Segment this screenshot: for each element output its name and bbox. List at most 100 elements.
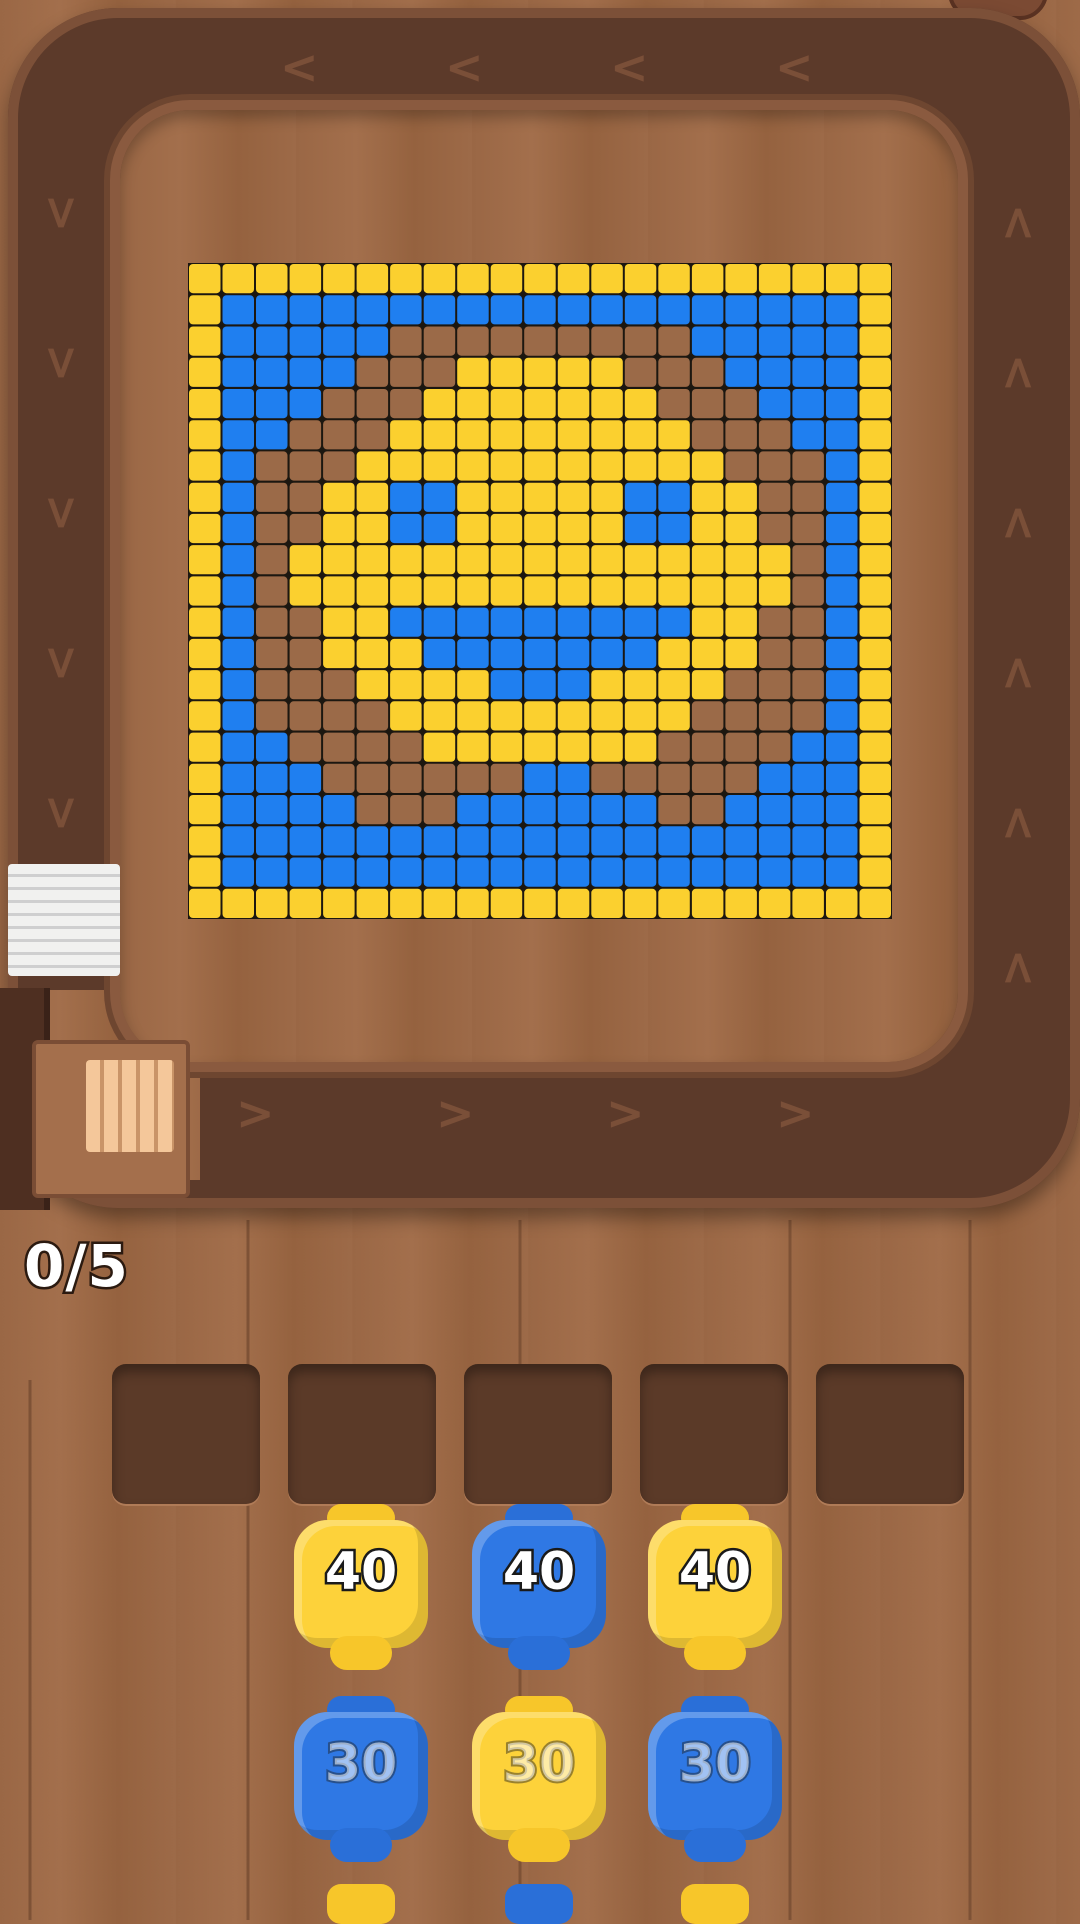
pixel-blue bbox=[557, 826, 590, 856]
spool-yellow[interactable]: 40 bbox=[648, 1504, 782, 1678]
pixel-yellow bbox=[658, 545, 690, 575]
pixel-yellow bbox=[624, 451, 657, 481]
pixel-empty bbox=[557, 326, 590, 356]
pixel-yellow bbox=[758, 576, 791, 606]
pixel-yellow bbox=[189, 576, 221, 606]
pixel-blue bbox=[457, 638, 489, 669]
pixel-blue bbox=[490, 857, 523, 887]
pixel-empty bbox=[289, 670, 322, 700]
pixel-yellow bbox=[557, 888, 590, 918]
pixel-yellow bbox=[591, 357, 623, 387]
pixel-empty bbox=[289, 451, 322, 481]
pixel-yellow bbox=[423, 888, 456, 918]
pixel-blue bbox=[423, 513, 456, 544]
pixel-yellow bbox=[691, 482, 724, 512]
pixel-empty bbox=[624, 326, 657, 356]
pixel-blue bbox=[457, 295, 489, 325]
pixel-board bbox=[188, 263, 892, 919]
pixel-empty bbox=[289, 701, 322, 731]
pixel-blue bbox=[222, 670, 254, 700]
pixel-empty bbox=[725, 670, 757, 700]
pixel-blue bbox=[222, 638, 254, 669]
pixel-blue bbox=[457, 857, 489, 887]
pixel-blue bbox=[826, 389, 858, 419]
pixel-yellow bbox=[189, 638, 221, 669]
pixel-blue bbox=[624, 513, 657, 544]
pixel-yellow bbox=[390, 670, 422, 700]
pixel-empty bbox=[356, 732, 389, 762]
pixel-empty bbox=[256, 607, 288, 637]
pixel-blue bbox=[256, 795, 288, 825]
spool-blue[interactable]: 30 bbox=[294, 1696, 428, 1870]
pixel-yellow bbox=[591, 701, 623, 731]
pixel-yellow bbox=[758, 264, 791, 294]
pixel-blue bbox=[289, 826, 322, 856]
pixel-yellow bbox=[624, 545, 657, 575]
pixel-yellow bbox=[356, 513, 389, 544]
pixel-empty bbox=[591, 763, 623, 793]
pixel-blue bbox=[557, 638, 590, 669]
pixel-yellow bbox=[390, 545, 422, 575]
spool-yellow[interactable]: 30 bbox=[472, 1696, 606, 1870]
pixel-empty bbox=[423, 326, 456, 356]
spool-blue[interactable]: 30 bbox=[648, 1696, 782, 1870]
pixel-yellow bbox=[557, 420, 590, 450]
pixel-yellow bbox=[524, 264, 556, 294]
pixel-blue bbox=[792, 420, 824, 450]
pixel-yellow bbox=[691, 888, 724, 918]
pixel-empty bbox=[256, 545, 288, 575]
pixel-yellow bbox=[189, 295, 221, 325]
pixel-empty bbox=[256, 638, 288, 669]
pixel-yellow bbox=[557, 451, 590, 481]
pixel-blue bbox=[222, 295, 254, 325]
pixel-yellow bbox=[323, 482, 355, 512]
pixel-yellow bbox=[457, 670, 489, 700]
pixel-empty bbox=[658, 389, 690, 419]
pixel-yellow bbox=[859, 857, 891, 887]
pixel-yellow bbox=[189, 701, 221, 731]
slot-2[interactable] bbox=[288, 1364, 436, 1504]
pixel-blue bbox=[725, 857, 757, 887]
slot-4[interactable] bbox=[640, 1364, 788, 1504]
chevron-right-icon: > bbox=[436, 1086, 475, 1140]
pixel-blue bbox=[524, 763, 556, 793]
pixel-yellow bbox=[591, 513, 623, 544]
chevron-down-icon: < bbox=[32, 493, 87, 533]
pixel-blue bbox=[256, 420, 288, 450]
pixel-yellow bbox=[423, 420, 456, 450]
pixel-yellow bbox=[524, 482, 556, 512]
pixel-blue bbox=[624, 795, 657, 825]
pixel-empty bbox=[758, 701, 791, 731]
pixel-yellow bbox=[289, 545, 322, 575]
pixel-blue bbox=[658, 513, 690, 544]
pixel-yellow bbox=[289, 264, 322, 294]
slot-5[interactable] bbox=[816, 1364, 964, 1504]
pixel-yellow bbox=[658, 638, 690, 669]
pixel-empty bbox=[624, 357, 657, 387]
pixel-blue bbox=[758, 826, 791, 856]
spool-yellow[interactable]: 40 bbox=[294, 1504, 428, 1678]
pixel-yellow bbox=[557, 732, 590, 762]
pixel-yellow bbox=[222, 264, 254, 294]
pixel-empty bbox=[758, 732, 791, 762]
pixel-yellow bbox=[859, 701, 891, 731]
pixel-yellow bbox=[859, 607, 891, 637]
slot-1[interactable] bbox=[112, 1364, 260, 1504]
pixel-blue bbox=[591, 857, 623, 887]
slot-3[interactable] bbox=[464, 1364, 612, 1504]
pixel-empty bbox=[323, 732, 355, 762]
pixel-yellow bbox=[423, 389, 456, 419]
pixel-yellow bbox=[189, 607, 221, 637]
pixel-empty bbox=[323, 451, 355, 481]
pixel-yellow bbox=[323, 264, 355, 294]
spool-blue[interactable]: 40 bbox=[472, 1504, 606, 1678]
pixel-yellow bbox=[524, 420, 556, 450]
chevron-down-icon: < bbox=[32, 793, 87, 833]
pixel-empty bbox=[758, 638, 791, 669]
pixel-empty bbox=[289, 638, 322, 669]
pixel-yellow bbox=[189, 482, 221, 512]
pixel-empty bbox=[691, 357, 724, 387]
pixel-empty bbox=[792, 701, 824, 731]
pixel-yellow bbox=[457, 545, 489, 575]
pixel-blue bbox=[792, 732, 824, 762]
